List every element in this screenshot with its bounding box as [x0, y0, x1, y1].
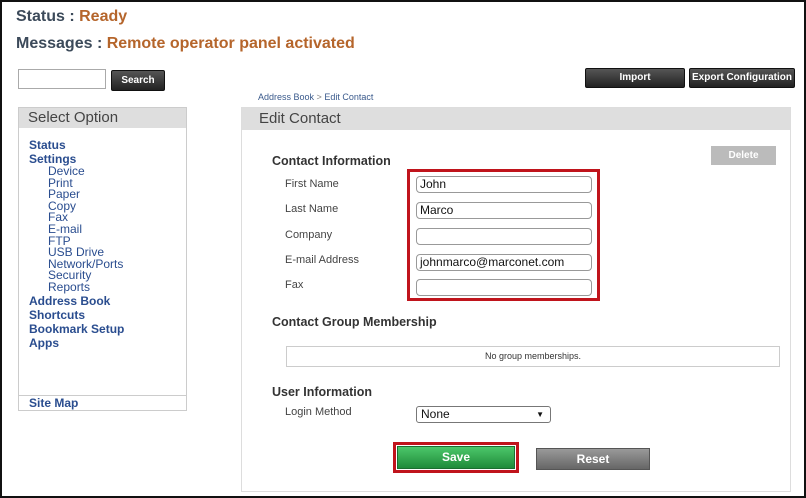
email-address-label: E-mail Address — [285, 254, 359, 266]
delete-button[interactable]: Delete — [711, 146, 776, 165]
contact-information-heading: Contact Information — [272, 154, 391, 168]
login-method-value: None — [421, 407, 450, 421]
messages-label: Messages : — [16, 35, 103, 52]
login-method-label: Login Method — [285, 406, 352, 418]
group-membership-heading: Contact Group Membership — [272, 315, 437, 329]
sidebar: Select Option Status Settings Device Pri… — [18, 107, 187, 411]
group-membership-list: No group memberships. — [286, 346, 780, 367]
messages-line: Messages : Remote operator panel activat… — [16, 35, 355, 53]
sidebar-title: Select Option — [19, 108, 186, 128]
group-membership-empty-text: No group memberships. — [484, 351, 582, 361]
page-title: Edit Contact — [242, 108, 790, 130]
import-configuration-button[interactable]: Import Configuration — [585, 68, 685, 101]
breadcrumb-current: Edit Contact — [324, 92, 374, 102]
save-button[interactable]: Save — [397, 446, 515, 469]
user-information-heading: User Information — [272, 385, 373, 399]
sidebar-item-apps[interactable]: Apps — [29, 336, 186, 350]
breadcrumb-root-link[interactable]: Address Book — [258, 92, 314, 102]
sidebar-item-bookmark-setup[interactable]: Bookmark Setup — [29, 322, 186, 336]
sidebar-item-address-book[interactable]: Address Book — [29, 294, 186, 308]
last-name-field[interactable]: Marco — [416, 202, 592, 219]
reset-button[interactable]: Reset — [536, 448, 650, 470]
last-name-label: Last Name — [285, 203, 339, 215]
email-address-field[interactable]: johnmarco@marconet.com — [416, 254, 592, 271]
status-line: Status : Ready — [16, 8, 127, 26]
search-input[interactable] — [18, 69, 106, 89]
status-label: Status : — [16, 8, 75, 25]
login-method-select[interactable]: None ▼ — [416, 406, 551, 423]
company-field[interactable] — [416, 228, 592, 245]
search-button[interactable]: Search — [111, 70, 165, 91]
breadcrumb: Address Book > Edit Contact — [258, 92, 373, 102]
sidebar-item-shortcuts[interactable]: Shortcuts — [29, 308, 186, 322]
sidebar-menu: Status Settings Device Print Paper Copy … — [19, 128, 186, 350]
first-name-label: First Name — [285, 178, 339, 190]
export-configuration-button[interactable]: Export Configuration — [689, 68, 795, 88]
status-value: Ready — [79, 8, 128, 25]
breadcrumb-separator: > — [316, 92, 322, 102]
fax-field[interactable] — [416, 279, 592, 296]
sidebar-item-status[interactable]: Status — [29, 138, 186, 152]
first-name-field[interactable]: John — [416, 176, 592, 193]
company-label: Company — [285, 229, 333, 241]
fax-label: Fax — [285, 279, 304, 291]
sidebar-item-reports[interactable]: Reports — [29, 281, 186, 294]
messages-value: Remote operator panel activated — [106, 35, 355, 52]
chevron-down-icon: ▼ — [536, 410, 544, 419]
site-map-link[interactable]: Site Map — [29, 396, 78, 410]
